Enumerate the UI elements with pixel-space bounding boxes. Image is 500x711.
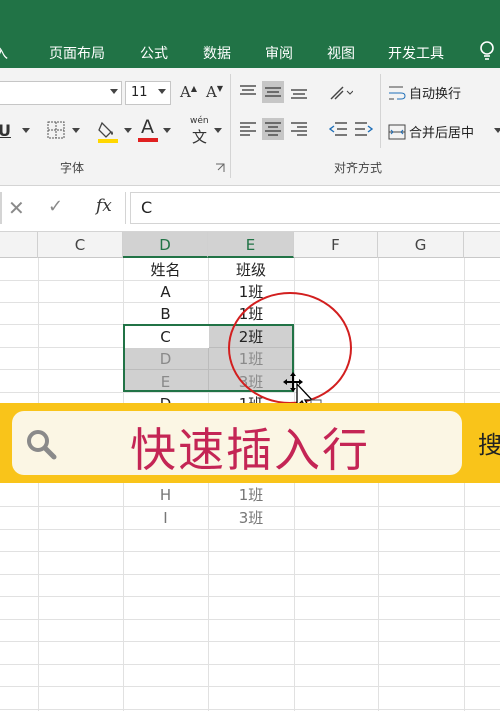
tab-insert[interactable]: 入 [0,43,8,63]
tab-formulas[interactable]: 公式 [140,43,168,63]
name-box[interactable] [0,192,2,224]
cell-d4[interactable]: C [123,326,208,348]
phonetic-label: wén [190,116,209,126]
tab-page-layout[interactable]: 页面布局 [49,43,105,63]
borders-dropdown-icon[interactable] [72,128,80,133]
cell-d6[interactable]: E [123,371,208,393]
font-size-value: 11 [131,85,148,100]
font-name-dropdown[interactable] [0,81,122,105]
shrink-font-label: A [206,83,217,101]
wrap-text-button[interactable]: 自动换行 [388,83,461,102]
insert-function-icon[interactable]: fx [96,196,112,216]
merge-center-label: 合并后居中 [409,126,475,141]
align-center-icon[interactable] [262,118,284,140]
align-left-icon[interactable] [237,118,259,140]
cell-d1[interactable]: 姓名 [123,259,208,281]
cell-e11[interactable]: 3班 [208,507,294,529]
cell-e1[interactable]: 班级 [208,259,294,281]
phonetic-guide-icon[interactable]: wén 文 [188,116,214,146]
column-header-c[interactable]: C [38,232,123,258]
column-header-e[interactable]: E [208,232,294,258]
formula-input[interactable]: C [130,192,500,224]
formula-bar: ✕ ✓ fx C [0,186,500,232]
decrease-indent-icon[interactable] [326,118,348,140]
merge-center-icon [388,124,406,140]
column-header-f[interactable]: F [294,232,378,258]
dialog-launcher-icon[interactable] [215,163,225,173]
underline-button[interactable]: U [0,121,11,140]
cancel-icon[interactable]: ✕ [8,196,25,220]
search-icon [27,430,57,460]
borders-icon[interactable] [47,121,65,139]
wrap-text-label: 自动换行 [409,87,462,102]
font-group-label: 字体 [60,161,85,175]
group-divider [230,74,231,178]
search-banner: 快速插入行 搜 [0,403,500,483]
merge-dropdown-icon[interactable] [494,128,500,133]
fill-color-icon[interactable] [97,119,119,143]
decrease-font-size-button[interactable]: A▼ [206,83,223,101]
fill-color-dropdown-icon[interactable] [124,128,132,133]
cell-d11[interactable]: I [123,507,208,529]
lightbulb-icon[interactable] [478,40,496,62]
ribbon-tab-bar: 入 页面布局 公式 数据 审阅 视图 开发工具 [0,0,500,68]
ribbon-home: 11 A▲ A▼ U A wén 文 字体 自动换行 合并后居中 对齐方式 [0,68,500,186]
group-divider [380,74,381,148]
tab-view[interactable]: 视图 [327,43,355,63]
font-size-dropdown[interactable]: 11 [125,81,171,105]
align-middle-icon[interactable] [262,81,284,103]
column-header-g[interactable]: G [378,232,464,258]
cell-d3[interactable]: B [123,303,208,325]
font-color-icon[interactable]: A [137,116,159,144]
underline-dropdown-icon[interactable] [22,128,30,133]
cell-d5[interactable]: D [123,348,208,370]
column-header-row: C D E F G [0,232,500,258]
column-header-d[interactable]: D [123,232,208,258]
cell-e10[interactable]: 1班 [208,484,294,506]
align-bottom-icon[interactable] [288,81,310,103]
tab-review[interactable]: 审阅 [265,43,293,63]
search-button-label[interactable]: 搜 [478,425,500,460]
tab-developer[interactable]: 开发工具 [388,43,444,63]
chevron-down-icon [110,89,118,94]
align-right-icon[interactable] [288,118,310,140]
search-query-text: 快速插入行 [130,423,370,477]
chevron-down-icon [158,89,166,94]
search-box[interactable]: 快速插入行 [12,411,462,477]
font-color-label: A [141,116,154,138]
text-orientation-icon[interactable] [326,81,353,103]
merge-center-button[interactable]: 合并后居中 [388,122,474,141]
alignment-group-label: 对齐方式 [334,161,383,175]
phonetic-dropdown-icon[interactable] [214,128,222,133]
tab-data[interactable]: 数据 [203,43,231,63]
cell-d10[interactable]: H [123,484,208,506]
font-color-dropdown-icon[interactable] [163,128,171,133]
enter-icon[interactable]: ✓ [48,196,63,217]
align-top-icon[interactable] [237,81,259,103]
cell-d2[interactable]: A [123,281,208,303]
column-header-b[interactable] [0,232,38,258]
grow-font-label: A [180,83,191,101]
increase-font-size-button[interactable]: A▲ [180,83,197,101]
wrap-text-icon [389,86,406,100]
increase-indent-icon[interactable] [352,118,374,140]
